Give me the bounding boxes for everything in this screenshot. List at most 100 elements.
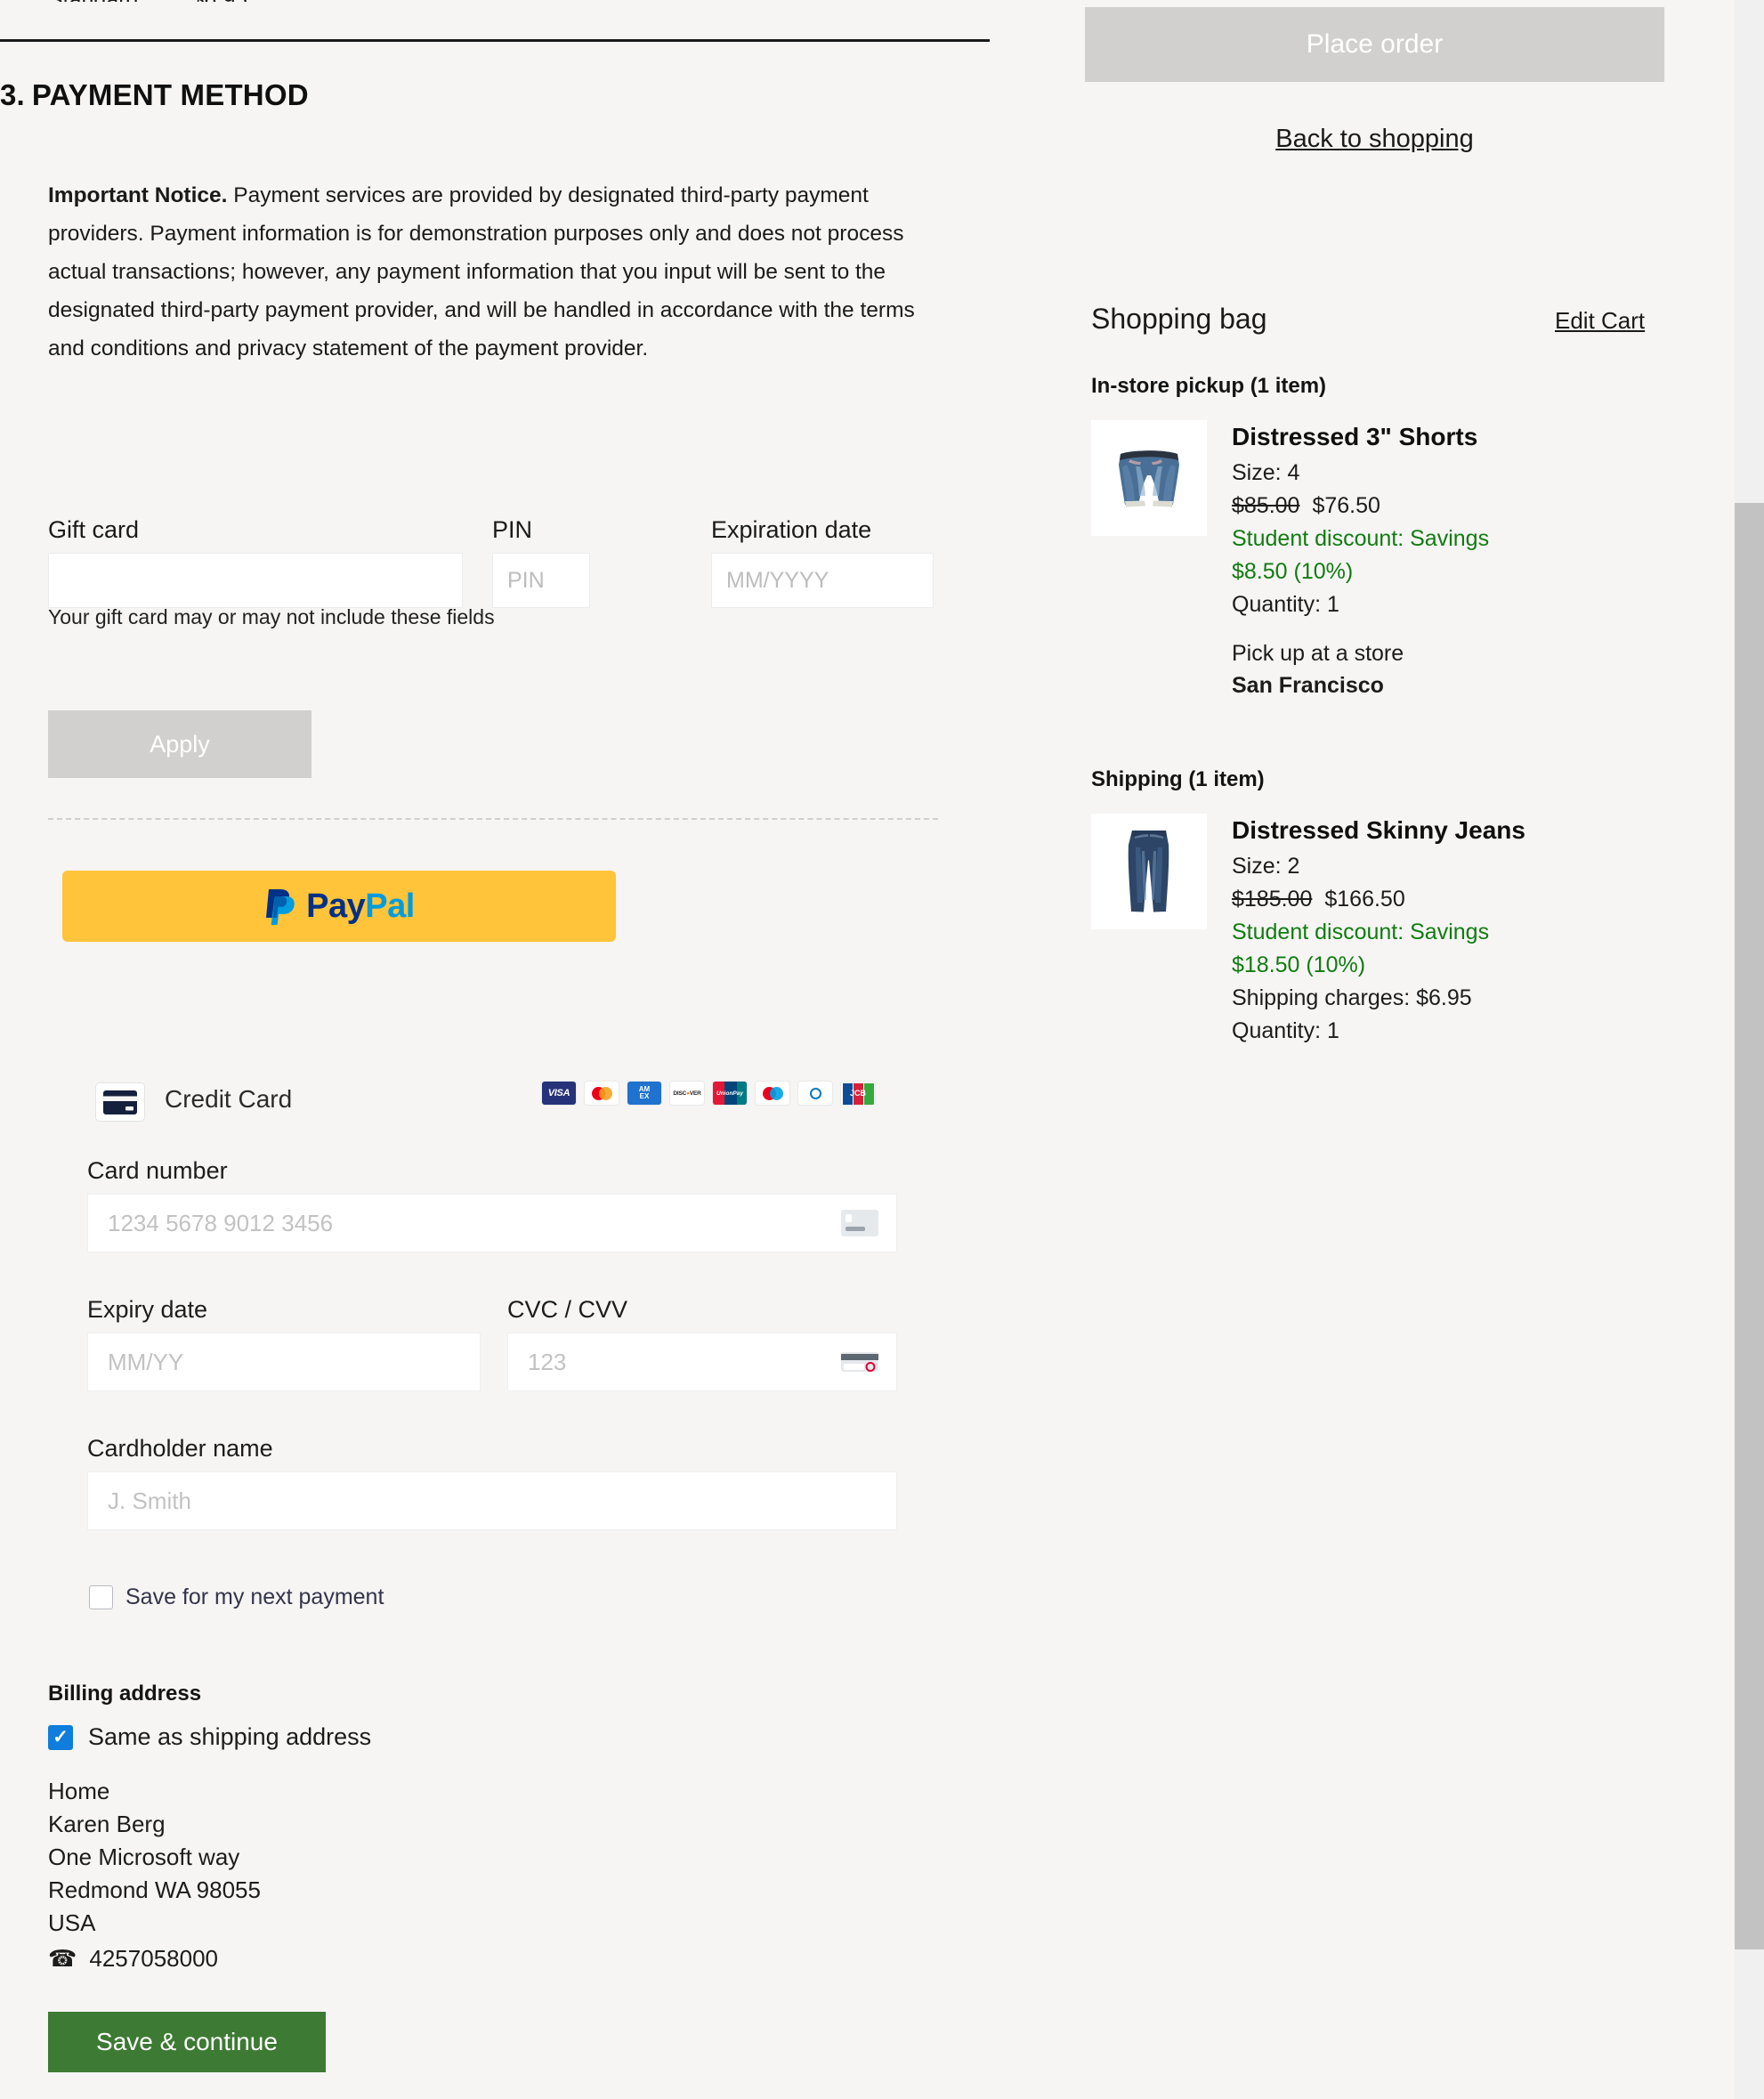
accepted-card-brands: VISA AM EX DISC●VER UnionPay JCB xyxy=(541,1081,876,1106)
important-notice: Important Notice. Payment services are p… xyxy=(48,176,938,368)
address-phone: 4257058000 xyxy=(89,1945,218,1972)
unionpay-icon: UnionPay xyxy=(712,1081,748,1106)
pickup-item-new-price: $76.50 xyxy=(1312,493,1380,518)
cvc-placeholder: 123 xyxy=(528,1348,567,1375)
page-title: 3. PAYMENT METHOD xyxy=(0,78,309,112)
section-number: 3. xyxy=(0,78,25,111)
cart-item-shipping: Distressed Skinny Jeans Size: 2 $185.00 … xyxy=(1091,814,1525,1048)
visa-icon: VISA xyxy=(541,1081,577,1106)
amex-icon: AM EX xyxy=(627,1081,662,1106)
shipping-item-old-price: $185.00 xyxy=(1232,887,1313,912)
section-title: PAYMENT METHOD xyxy=(31,78,309,111)
cardholder-name-label: Cardholder name xyxy=(87,1435,273,1462)
same-as-shipping-label: Same as shipping address xyxy=(88,1723,372,1750)
expiry-date-placeholder: MM/YY xyxy=(108,1348,184,1375)
group-title-pickup: In-store pickup (1 item) xyxy=(1091,374,1327,398)
gift-expiration-input[interactable]: MM/YYYY xyxy=(711,553,934,608)
address-phone-row: ☎ 4257058000 xyxy=(48,1942,261,1975)
paypal-wordmark-pay: Pay xyxy=(306,887,366,925)
gift-expiration-label: Expiration date xyxy=(711,516,872,543)
pin-field-group: PIN PIN xyxy=(492,516,590,608)
denim-shorts-thumbnail xyxy=(1091,420,1207,536)
address-street: One Microsoft way xyxy=(48,1844,240,1870)
shipping-item-details: Distressed Skinny Jeans Size: 2 $185.00 … xyxy=(1232,814,1525,1048)
gift-card-input[interactable] xyxy=(48,553,463,608)
pickup-item-size: Size: 4 xyxy=(1232,460,1300,485)
clipped-shipping-amount: $6.95 xyxy=(191,0,247,2)
address-nickname: Home xyxy=(48,1778,110,1804)
gift-card-hint: Your gift card may or may not include th… xyxy=(48,605,495,628)
paypal-wordmark-pal: Pal xyxy=(365,887,415,925)
save-and-continue-button[interactable]: Save & continue xyxy=(48,2012,326,2072)
checkout-page: Standard $6.95 3.PAYMENT METHOD Important… xyxy=(0,0,1764,2099)
place-order-button[interactable]: Place order xyxy=(1085,7,1664,82)
apply-gift-card-button[interactable]: Apply xyxy=(48,710,312,778)
pickup-item-price-line: $85.00 $76.50 xyxy=(1232,490,1499,523)
credit-card-icon xyxy=(95,1082,145,1122)
clipped-shipping-label: Standard xyxy=(48,0,138,2)
mastercard-icon xyxy=(584,1081,619,1106)
shipping-item-size: Size: 2 xyxy=(1232,854,1300,879)
save-payment-checkbox-row[interactable]: Save for my next payment xyxy=(89,1584,384,1610)
payment-divider xyxy=(48,818,938,820)
discover-icon: DISC●VER xyxy=(669,1081,705,1106)
pin-placeholder: PIN xyxy=(507,567,545,593)
address-name: Karen Berg xyxy=(48,1811,166,1837)
address-city-state-zip: Redmond WA 98055 xyxy=(48,1876,261,1903)
shipping-item-new-price: $166.50 xyxy=(1324,887,1405,912)
notice-bold-lead: Important Notice. xyxy=(48,183,228,207)
card-number-input[interactable]: 1234 5678 9012 3456 xyxy=(87,1194,897,1252)
shipping-item-price-line: $185.00 $166.50 xyxy=(1232,883,1525,916)
same-as-shipping-checkbox[interactable]: ✓ xyxy=(48,1724,73,1750)
pin-input[interactable]: PIN xyxy=(492,553,590,608)
notice-body: Payment services are provided by designa… xyxy=(48,183,915,361)
gift-expiration-placeholder: MM/YYYY xyxy=(726,567,829,593)
expiry-date-field-group: Expiry date MM/YY xyxy=(87,1296,481,1391)
gift-expiration-field-group: Expiration date MM/YYYY xyxy=(711,516,934,608)
shipping-item-quantity: Quantity: 1 xyxy=(1232,1018,1339,1043)
back-to-shopping-link[interactable]: Back to shopping xyxy=(1085,125,1664,154)
paypal-logo: Pay Pal xyxy=(263,887,415,926)
cvc-hint-icon xyxy=(841,1349,878,1375)
same-as-shipping-row[interactable]: ✓ Same as shipping address xyxy=(48,1723,371,1751)
shipping-item-name: Distressed Skinny Jeans xyxy=(1232,816,1525,844)
cvc-label: CVC / CVV xyxy=(507,1296,628,1323)
pickup-store-name: San Francisco xyxy=(1232,673,1384,698)
cvc-field-group: CVC / CVV 123 xyxy=(507,1296,897,1391)
skinny-jeans-thumbnail xyxy=(1091,814,1207,929)
pickup-item-discount: Student discount: Savings $8.50 (10%) xyxy=(1232,526,1490,584)
group-title-shipping: Shipping (1 item) xyxy=(1091,767,1265,791)
pickup-fulfillment-block: Pick up at a store San Francisco xyxy=(1232,637,1499,701)
edit-cart-link[interactable]: Edit Cart xyxy=(1555,307,1645,335)
save-payment-label: Save for my next payment xyxy=(125,1584,384,1609)
address-country: USA xyxy=(48,1909,96,1936)
billing-address-title: Billing address xyxy=(48,1682,202,1706)
shopping-bag-title: Shopping bag xyxy=(1091,303,1267,335)
cardholder-name-placeholder: J. Smith xyxy=(108,1487,191,1514)
pickup-item-old-price: $85.00 xyxy=(1232,493,1300,518)
card-number-hint-icon xyxy=(841,1210,878,1236)
clipped-shipping-row: Standard $6.95 xyxy=(48,0,247,2)
diners-club-icon xyxy=(797,1081,833,1106)
pickup-item-quantity: Quantity: 1 xyxy=(1232,592,1339,617)
section-divider-rule xyxy=(0,39,990,42)
pin-label: PIN xyxy=(492,516,533,543)
vertical-scrollbar-thumb[interactable] xyxy=(1735,503,1764,1949)
paypal-button[interactable]: Pay Pal xyxy=(62,871,616,942)
credit-card-header: Credit Card VISA AM EX DISC●VER UnionPay… xyxy=(0,1081,979,1123)
shipping-item-discount: Student discount: Savings $18.50 (10%) xyxy=(1232,920,1490,977)
maestro-icon xyxy=(755,1081,790,1106)
pickup-item-name: Distressed 3" Shorts xyxy=(1232,423,1478,450)
card-number-placeholder: 1234 5678 9012 3456 xyxy=(108,1209,334,1236)
phone-icon: ☎ xyxy=(48,1945,77,1972)
pickup-item-details: Distressed 3" Shorts Size: 4 $85.00 $76.… xyxy=(1232,420,1499,701)
cvc-input[interactable]: 123 xyxy=(507,1333,897,1391)
paypal-mark-icon xyxy=(263,887,297,925)
expiry-date-input[interactable]: MM/YY xyxy=(87,1333,481,1391)
cardholder-name-input[interactable]: J. Smith xyxy=(87,1471,897,1530)
card-number-label: Card number xyxy=(87,1157,228,1184)
jcb-icon: JCB xyxy=(840,1081,876,1106)
credit-card-label: Credit Card xyxy=(165,1085,293,1113)
save-payment-checkbox[interactable] xyxy=(89,1585,113,1609)
card-number-field-group: Card number 1234 5678 9012 3456 xyxy=(87,1157,897,1252)
